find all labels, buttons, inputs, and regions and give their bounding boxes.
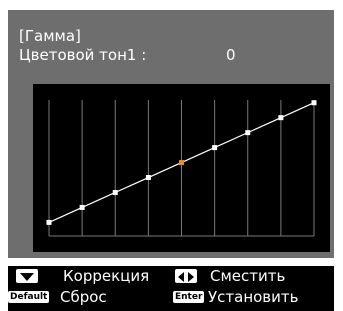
- correction-label: Коррекция: [63, 267, 150, 285]
- key-guide-footer: Коррекция Сместить Default Сброс Enter У…: [8, 266, 334, 311]
- gamma-graph[interactable]: [33, 84, 330, 252]
- gamma-point[interactable]: [112, 189, 118, 195]
- gamma-point[interactable]: [311, 100, 317, 106]
- left-right-arrows-icon: [175, 269, 197, 283]
- gamma-point[interactable]: [79, 204, 85, 210]
- gamma-point[interactable]: [46, 219, 52, 225]
- page-title: [Гамма]: [19, 27, 81, 45]
- setting-value[interactable]: 0: [226, 46, 236, 64]
- gamma-point[interactable]: [245, 130, 251, 136]
- enter-key-icon: Enter: [173, 291, 205, 303]
- up-down-arrows-icon: [16, 269, 38, 283]
- enter-label: Установить: [208, 288, 299, 306]
- gamma-point[interactable]: [212, 145, 218, 151]
- default-key-icon: Default: [8, 291, 50, 303]
- gamma-point[interactable]: [145, 175, 151, 181]
- gamma-point-selected[interactable]: [179, 160, 184, 166]
- gamma-curve-chart[interactable]: [33, 84, 330, 252]
- shift-label: Сместить: [210, 267, 286, 285]
- gamma-point[interactable]: [278, 115, 284, 121]
- reset-label: Сброс: [60, 288, 107, 306]
- setting-label: Цветовой тон1 :: [19, 46, 147, 64]
